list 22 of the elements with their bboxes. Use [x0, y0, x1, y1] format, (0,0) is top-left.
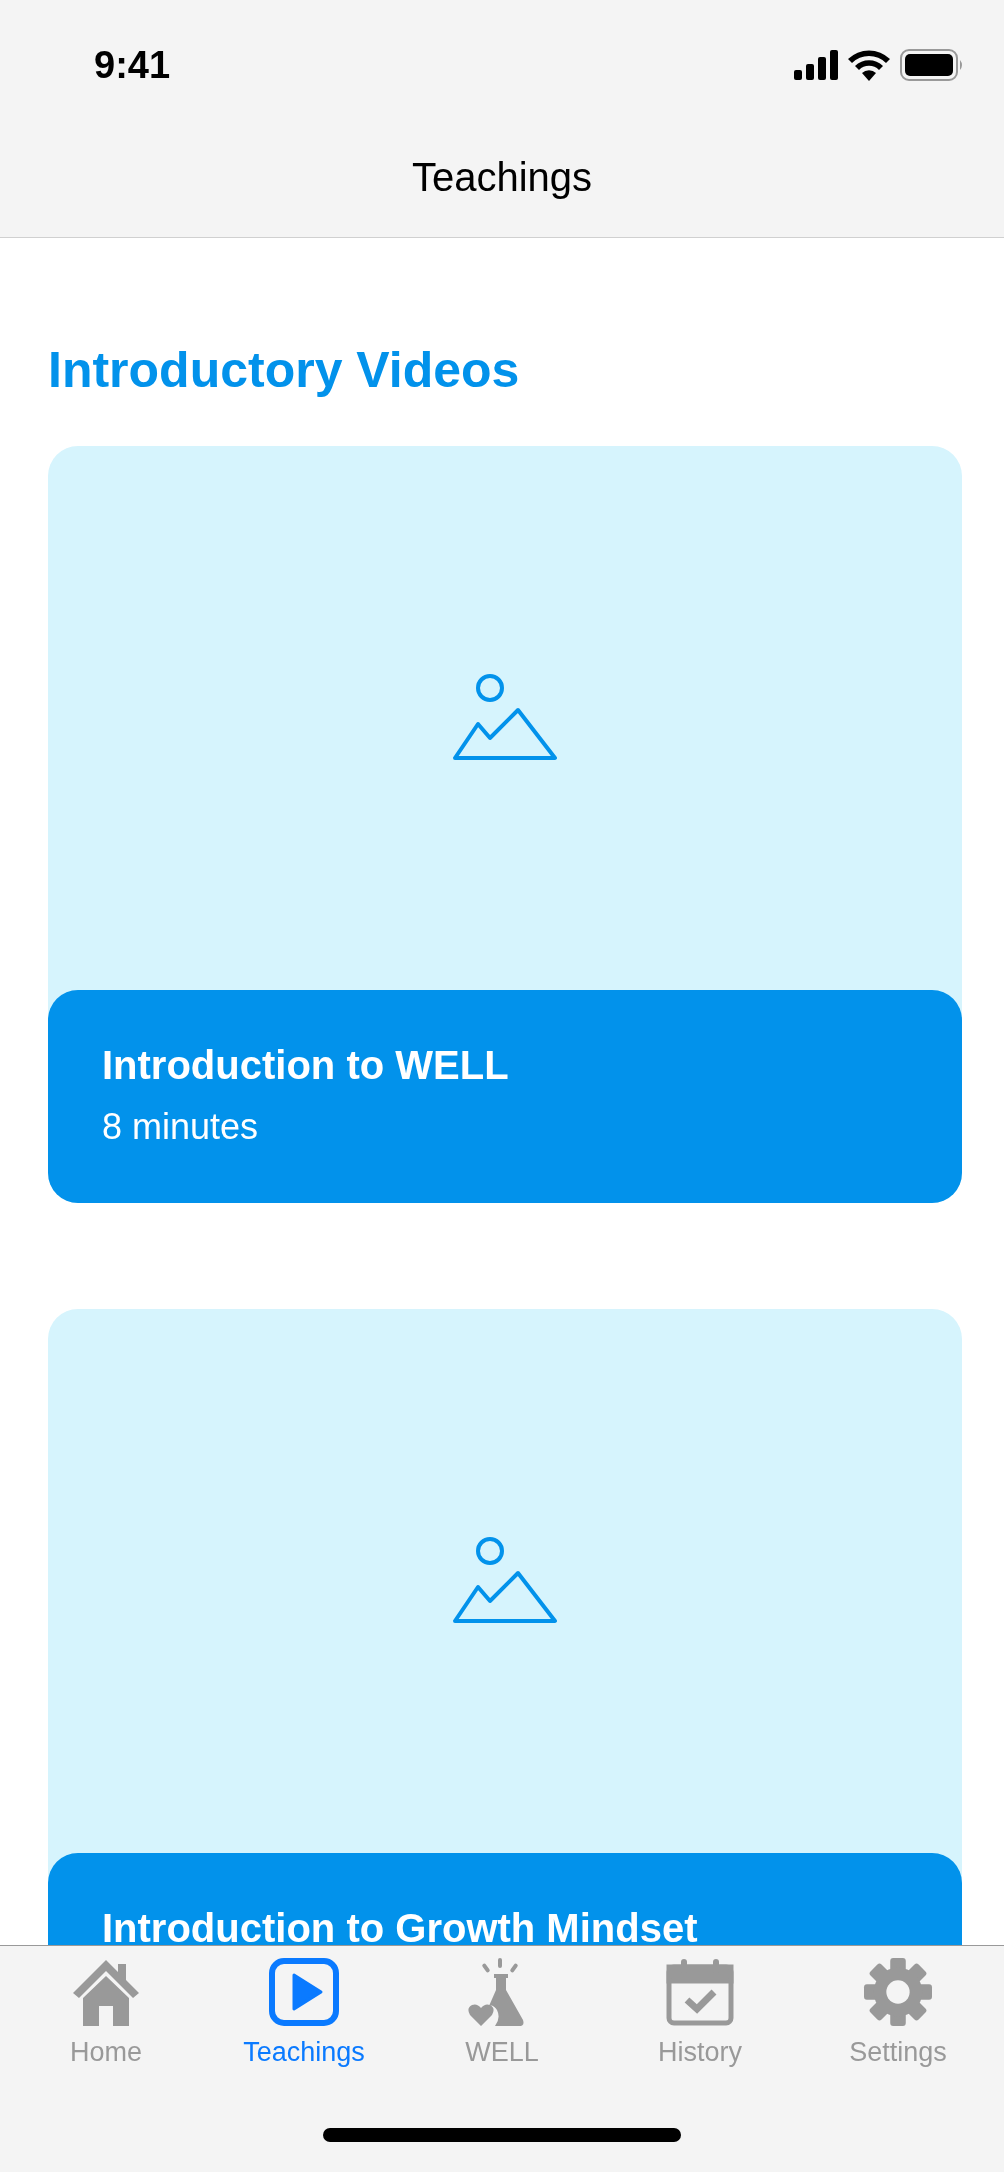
- tab-item[interactable]: WELL: [432, 1958, 572, 2073]
- video-card[interactable]: Introduction to WELL 8 minutes: [48, 446, 962, 1203]
- image-placeholder-icon: [452, 674, 558, 762]
- tab-item[interactable]: Home: [36, 1958, 176, 2073]
- tab-item[interactable]: Settings: [828, 1958, 968, 2073]
- image-placeholder-icon: [452, 1537, 558, 1625]
- nav-title: Teachings: [411, 153, 593, 201]
- wifi-icon: [848, 49, 890, 81]
- calendar-check-icon: [665, 1958, 735, 2026]
- tab-item[interactable]: History: [630, 1958, 770, 2073]
- video-title: Introduction to Growth Mindset: [102, 1905, 699, 1945]
- tab-item[interactable]: Teachings: [234, 1958, 374, 2073]
- settings-icon: [863, 1958, 933, 2026]
- video-duration: 8 minutes: [102, 1105, 260, 1149]
- video-card[interactable]: Introduction to Growth Mindset: [48, 1309, 962, 1945]
- home-icon: [71, 1958, 141, 2026]
- signal-icon: [794, 50, 838, 80]
- battery-icon: [900, 49, 964, 81]
- section-heading: Introductory Videos: [48, 341, 521, 400]
- video-title: Introduction to WELL: [102, 1042, 510, 1089]
- status-time: 9:41: [94, 42, 171, 88]
- play-icon: [269, 1958, 339, 2026]
